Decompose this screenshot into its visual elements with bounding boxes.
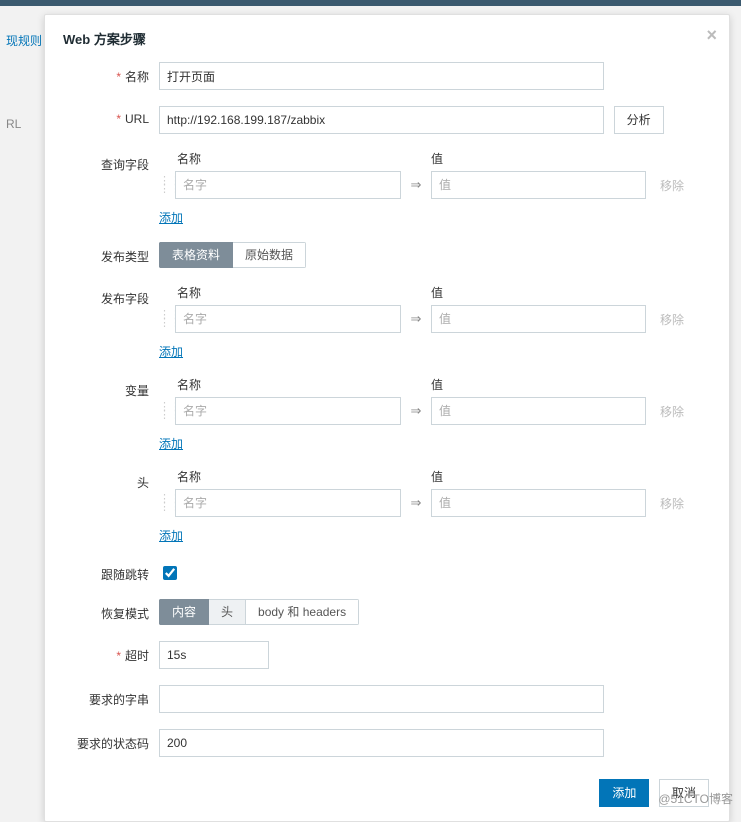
arrow-icon: ⇒ [401,177,431,193]
var-value-input[interactable] [431,397,646,425]
hdr-col-value: 值 [431,468,646,485]
drag-handle-icon[interactable]: ⋮⋮⋮⋮ [159,495,175,511]
label-post-fields: 发布字段 [69,284,159,307]
label-required-string: 要求的字串 [69,685,159,708]
query-row: ⋮⋮⋮⋮ ⇒ 移除 [159,171,705,199]
post-row: ⋮⋮⋮⋮ ⇒ 移除 [159,305,705,333]
post-type-raw[interactable]: 原始数据 [233,242,306,268]
query-remove-link: 移除 [660,177,684,194]
post-type-form-data[interactable]: 表格资料 [159,242,233,268]
name-input[interactable] [159,62,604,90]
var-col-name: 名称 [159,376,401,393]
query-col-name: 名称 [159,150,401,167]
label-timeout: 超时 [69,641,159,664]
arrow-icon: ⇒ [401,495,431,511]
follow-redirect-checkbox[interactable] [163,566,177,580]
arrow-icon: ⇒ [401,403,431,419]
submit-button[interactable]: 添加 [599,779,649,807]
watermark: @51CTO博客 [658,790,733,807]
hdr-row: ⋮⋮⋮⋮ ⇒ 移除 [159,489,705,517]
modal-header: Web 方案步骤 × [45,15,729,58]
post-value-input[interactable] [431,305,646,333]
retrieve-mode-both[interactable]: body 和 headers [246,599,359,625]
label-variables: 变量 [69,376,159,399]
hdr-add-link[interactable]: 添加 [159,527,183,544]
url-input[interactable] [159,106,604,134]
modal-footer: 添加 取消 [45,769,729,821]
drag-handle-icon[interactable]: ⋮⋮⋮⋮ [159,177,175,193]
post-type-segmented: 表格资料 原始数据 [159,242,306,268]
arrow-icon: ⇒ [401,311,431,327]
query-name-input[interactable] [175,171,401,199]
query-add-link[interactable]: 添加 [159,209,183,226]
post-remove-link: 移除 [660,311,684,328]
var-name-input[interactable] [175,397,401,425]
timeout-input[interactable] [159,641,269,669]
var-add-link[interactable]: 添加 [159,435,183,452]
label-follow-redirect: 跟随跳转 [69,560,159,583]
label-status-codes: 要求的状态码 [69,729,159,752]
close-icon[interactable]: × [706,25,717,46]
label-name: 名称 [69,62,159,85]
label-retrieve-mode: 恢复模式 [69,599,159,622]
required-string-input[interactable] [159,685,604,713]
hdr-col-name: 名称 [159,468,401,485]
status-codes-input[interactable] [159,729,604,757]
hdr-remove-link: 移除 [660,495,684,512]
post-add-link[interactable]: 添加 [159,343,183,360]
label-query-fields: 查询字段 [69,150,159,173]
modal-title: Web 方案步骤 [63,32,146,47]
window-topbar [0,0,741,6]
retrieve-mode-body[interactable]: 内容 [159,599,209,625]
var-row: ⋮⋮⋮⋮ ⇒ 移除 [159,397,705,425]
post-col-name: 名称 [159,284,401,301]
label-url: URL [69,106,159,126]
label-post-type: 发布类型 [69,242,159,265]
query-col-value: 值 [431,150,646,167]
query-value-input[interactable] [431,171,646,199]
var-remove-link: 移除 [660,403,684,420]
analyze-button[interactable]: 分析 [614,106,664,134]
hdr-name-input[interactable] [175,489,401,517]
hdr-value-input[interactable] [431,489,646,517]
drag-handle-icon[interactable]: ⋮⋮⋮⋮ [159,311,175,327]
post-col-value: 值 [431,284,646,301]
retrieve-mode-segmented: 内容 头 body 和 headers [159,599,359,625]
retrieve-mode-headers[interactable]: 头 [209,599,246,625]
post-name-input[interactable] [175,305,401,333]
drag-handle-icon[interactable]: ⋮⋮⋮⋮ [159,403,175,419]
label-headers: 头 [69,468,159,491]
var-col-value: 值 [431,376,646,393]
web-step-modal: Web 方案步骤 × 名称 URL 分析 查询字段 名称 [44,14,730,822]
